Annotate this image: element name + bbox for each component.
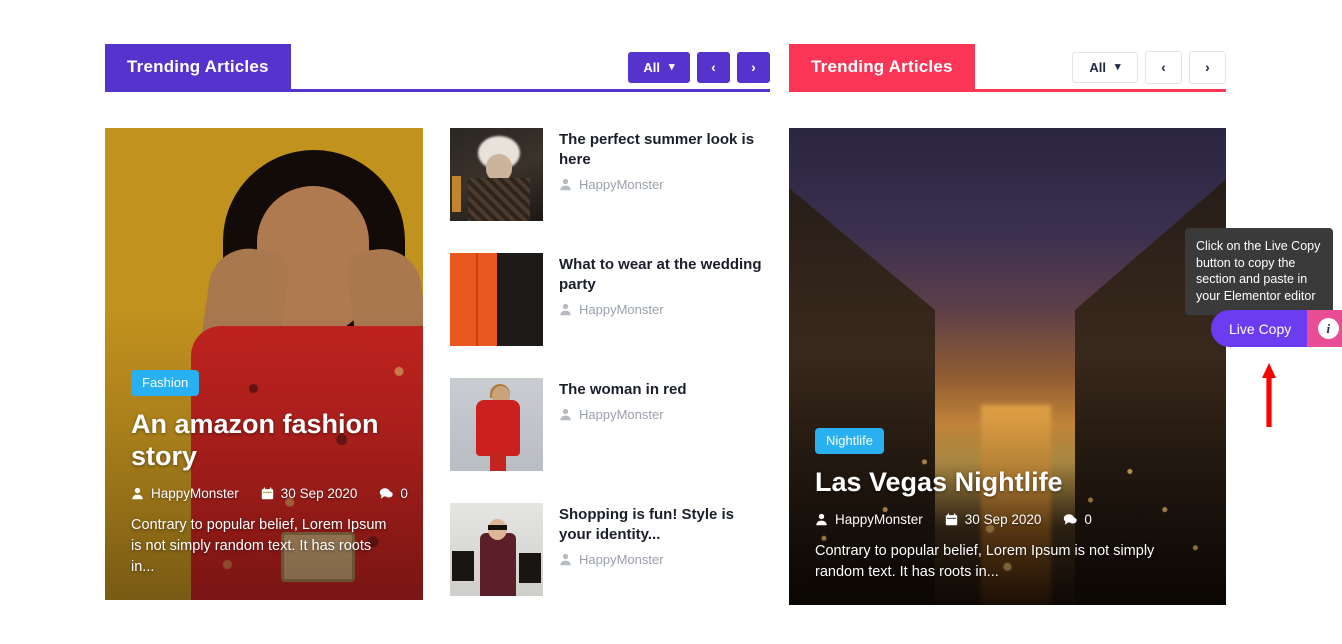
article-thumbnail[interactable] (450, 378, 543, 471)
header-controls-left: All ▾ ‹ › (628, 44, 770, 90)
list-item-meta: HappyMonster (559, 552, 770, 567)
trending-articles-widget-right: Trending Articles All ▾ ‹ › Nightlife La… (789, 44, 1226, 605)
list-item-title[interactable]: Shopping is fun! Style is your identity.… (559, 505, 770, 545)
list-item-author: HappyMonster (579, 301, 664, 317)
category-badge-right[interactable]: Nightlife (815, 427, 884, 454)
list-item-meta: HappyMonster (559, 407, 770, 422)
author-name-right: HappyMonster (835, 511, 923, 527)
article-thumbnail[interactable] (450, 253, 543, 346)
comment-icon (1064, 514, 1078, 525)
list-item-title[interactable]: The perfect summer look is here (559, 130, 770, 170)
list-item-text: What to wear at the wedding party HappyM… (559, 253, 770, 378)
article-list: The perfect summer look is here HappyMon… (450, 128, 770, 628)
list-item-meta: HappyMonster (559, 177, 770, 192)
list-item-title[interactable]: What to wear at the wedding party (559, 255, 770, 295)
feature-meta-right: HappyMonster 30 Sep 2020 0 (815, 512, 1200, 527)
chevron-left-icon: ‹ (1161, 59, 1166, 75)
next-button-right[interactable]: › (1189, 50, 1226, 84)
prev-button-right[interactable]: ‹ (1145, 50, 1182, 84)
page-root: Trending Articles All ▾ ‹ › Fashion An a… (0, 0, 1342, 644)
article-thumbnail[interactable] (450, 503, 543, 596)
list-item-author: HappyMonster (579, 406, 664, 422)
feature-excerpt-left: Contrary to popular belief, Lorem Ipsum … (131, 516, 387, 575)
feature-body-right: Nightlife Las Vegas Nightlife HappyMonst… (789, 427, 1226, 605)
list-item[interactable]: The perfect summer look is here HappyMon… (450, 128, 770, 253)
header-controls-right: All ▾ ‹ › (1072, 44, 1226, 90)
list-item-title[interactable]: The woman in red (559, 380, 770, 400)
list-item-author: HappyMonster (579, 551, 664, 567)
feature-meta-left: HappyMonster 30 Sep 2020 0 (131, 485, 408, 501)
date-text-right: 30 Sep 2020 (964, 511, 1042, 527)
comments-meta-left: 0 (379, 486, 408, 501)
list-item-text: The woman in red HappyMonster (559, 378, 770, 503)
author-name-left: HappyMonster (151, 485, 239, 501)
list-item[interactable]: The woman in red HappyMonster (450, 378, 770, 503)
category-filter-left[interactable]: All ▾ (628, 51, 690, 83)
category-filter-label-left: All (643, 59, 661, 75)
list-item-meta: HappyMonster (559, 302, 770, 317)
widget-title-right: Trending Articles (789, 44, 975, 90)
date-text-left: 30 Sep 2020 (280, 485, 358, 501)
live-copy-tooltip: Click on the Live Copy button to copy th… (1185, 228, 1333, 324)
feature-excerpt-right: Contrary to popular belief, Lorem Ipsum … (815, 542, 1155, 580)
list-item[interactable]: What to wear at the wedding party HappyM… (450, 253, 770, 378)
live-copy-widget: Live Copy i (1211, 310, 1342, 347)
date-meta-left: 30 Sep 2020 (261, 485, 358, 501)
user-icon (560, 178, 571, 190)
feature-body-left: Fashion An amazon fashion story HappyMon… (105, 370, 423, 600)
feature-title-right[interactable]: Las Vegas Nightlife (815, 467, 1200, 498)
list-item-author: HappyMonster (579, 176, 664, 192)
pointer-arrow-icon (1262, 363, 1276, 427)
live-copy-info-button[interactable]: i (1307, 310, 1342, 347)
user-icon (816, 513, 827, 526)
category-filter-right[interactable]: All ▾ (1072, 51, 1138, 83)
widget-header-left: Trending Articles All ▾ ‹ › (105, 44, 770, 92)
live-copy-button[interactable]: Live Copy (1211, 310, 1308, 347)
feature-card-left[interactable]: Fashion An amazon fashion story HappyMon… (105, 128, 423, 600)
chevron-left-icon: ‹ (711, 59, 716, 75)
article-thumbnail[interactable] (450, 128, 543, 221)
comment-icon (380, 488, 394, 499)
list-item-text: Shopping is fun! Style is your identity.… (559, 503, 770, 628)
category-badge-left[interactable]: Fashion (131, 370, 200, 397)
list-item[interactable]: Shopping is fun! Style is your identity.… (450, 503, 770, 628)
feature-title-left[interactable]: An amazon fashion story (131, 409, 397, 472)
author-meta-left: HappyMonster (131, 486, 239, 501)
date-meta-right: 30 Sep 2020 (945, 511, 1042, 527)
author-meta-right: HappyMonster (815, 512, 923, 527)
feature-card-right[interactable]: Nightlife Las Vegas Nightlife HappyMonst… (789, 128, 1226, 605)
live-copy-label: Live Copy (1229, 320, 1292, 337)
user-icon (560, 408, 571, 420)
chevron-down-icon: ▾ (669, 60, 675, 73)
chevron-right-icon: › (1205, 59, 1210, 75)
comments-count-left: 0 (400, 485, 408, 501)
user-icon (560, 303, 571, 315)
user-icon (560, 553, 571, 565)
calendar-icon (945, 513, 957, 526)
widget-header-right: Trending Articles All ▾ ‹ › (789, 44, 1226, 92)
info-icon: i (1317, 318, 1339, 339)
chevron-right-icon: › (751, 59, 756, 75)
next-button-left[interactable]: › (737, 51, 770, 83)
category-filter-label-right: All (1089, 59, 1107, 75)
prev-button-left[interactable]: ‹ (697, 51, 730, 83)
comments-meta-right: 0 (1063, 512, 1092, 527)
comments-count-right: 0 (1084, 511, 1092, 527)
widget-title-left: Trending Articles (105, 44, 291, 90)
calendar-icon (261, 487, 273, 500)
chevron-down-icon: ▾ (1115, 60, 1121, 73)
list-item-text: The perfect summer look is here HappyMon… (559, 128, 770, 253)
user-icon (132, 487, 143, 500)
